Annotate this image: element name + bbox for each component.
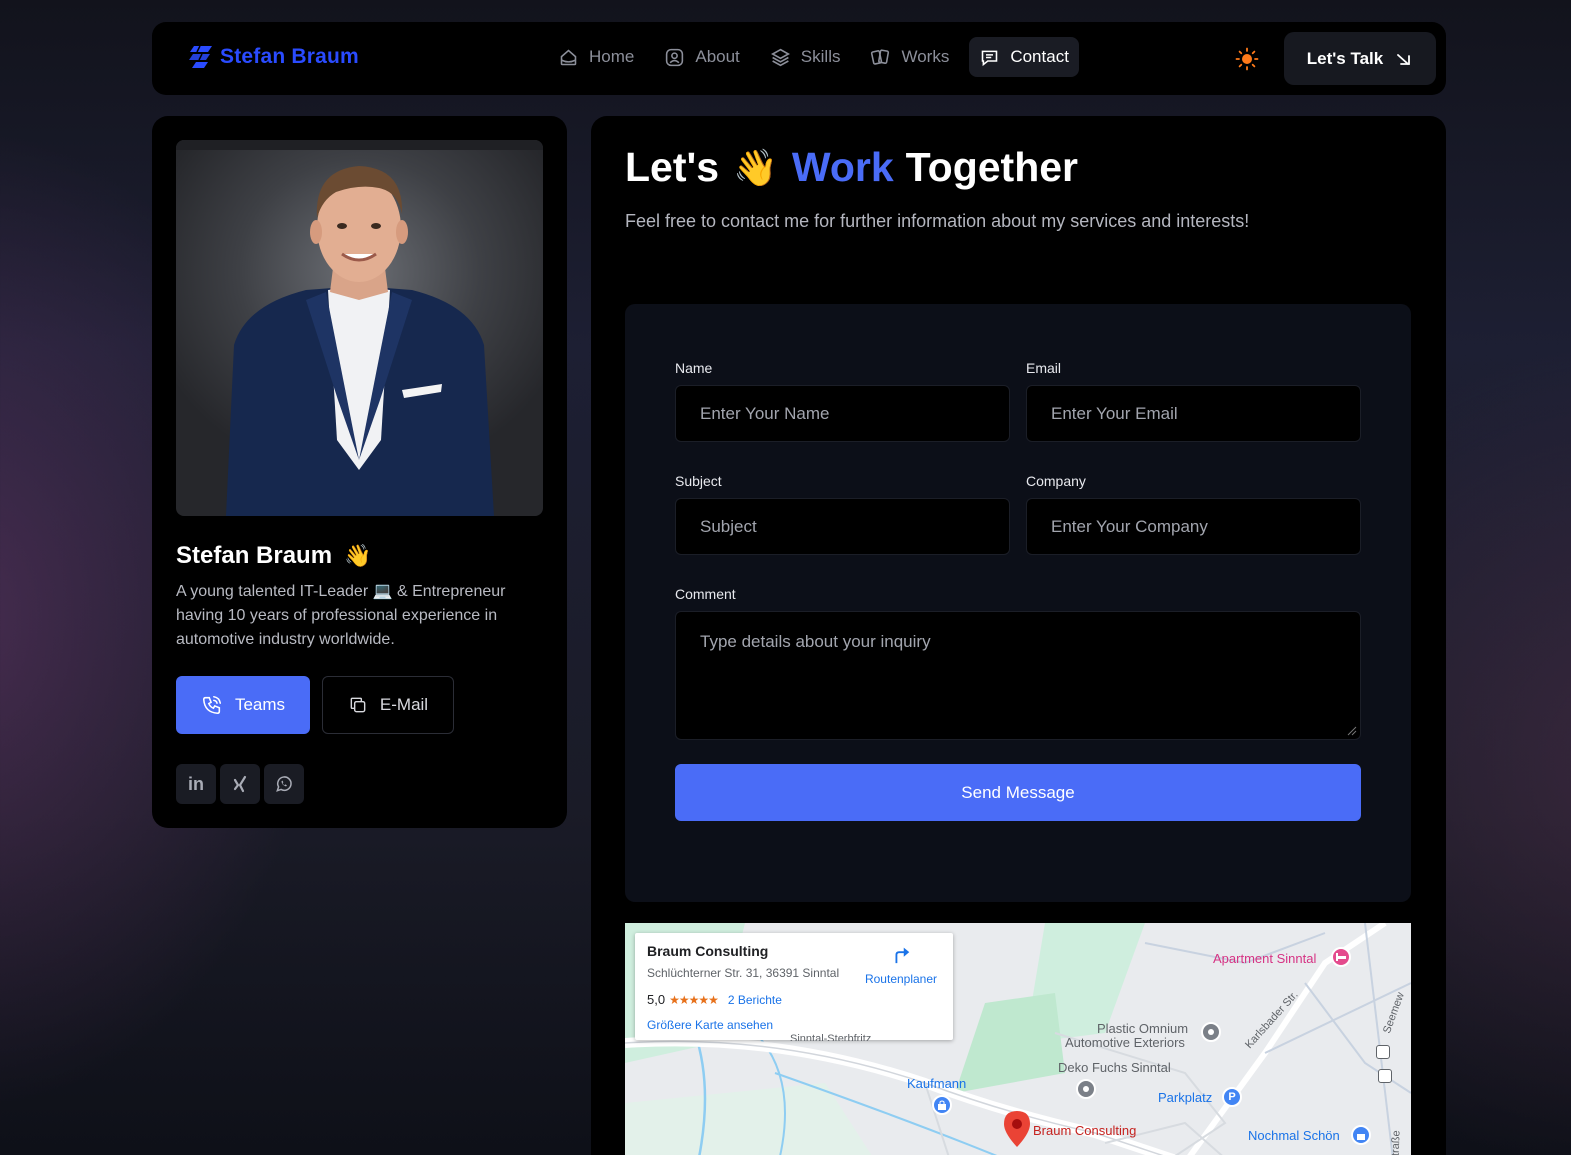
bus-stop-icon[interactable] (1378, 1069, 1392, 1083)
nav-links: Home About Skills Works Contact (548, 37, 1079, 77)
copy-icon (350, 697, 366, 713)
nav-contact[interactable]: Contact (969, 37, 1079, 77)
nav-about[interactable]: About (654, 37, 749, 77)
contact-section: Let's 👋 Work Together Feel free to conta… (591, 116, 1446, 1155)
place-pin-icon[interactable] (1076, 1079, 1096, 1099)
bus-stop-icon[interactable] (1376, 1045, 1390, 1059)
lets-talk-label: Let's Talk (1306, 48, 1384, 68)
email-label: E-Mail (379, 695, 429, 714)
email-placeholder: Enter Your Email (1051, 403, 1178, 423)
send-message-button[interactable]: Send Message (675, 764, 1361, 821)
hotel-pin-icon[interactable] (1331, 947, 1351, 967)
email-label: Email (1026, 360, 1062, 376)
location-marker-icon[interactable] (1004, 1111, 1030, 1147)
message-icon (982, 50, 998, 66)
page-subtitle: Feel free to contact me for further info… (625, 211, 1250, 231)
profile-photo (176, 140, 543, 516)
nav-works[interactable]: Works (860, 37, 959, 77)
profile-card: Stefan Braum 👋 A young talented IT-Leade… (152, 116, 567, 828)
nav-contact-label: Contact (1010, 47, 1069, 66)
teams-button[interactable]: Teams (176, 676, 310, 734)
waving-hand-icon: 👋 (344, 543, 372, 568)
map-label-sinntal-str: Sinntal-Sterbfritz (790, 1033, 872, 1041)
profile-description: A young talented IT-Leader 💻 & Entrepren… (176, 583, 506, 648)
email-input[interactable]: Enter Your Email (1026, 385, 1361, 442)
name-input[interactable]: Enter Your Name (675, 385, 1010, 442)
profile-name-text: Stefan Braum (176, 542, 333, 569)
map-stars: ★★★★★ (669, 992, 719, 1007)
nav-skills-label: Skills (800, 47, 841, 66)
map-rating: 5,0 ★★★★★ 2 Berichte (647, 992, 782, 1007)
lets-talk-button[interactable]: Let's Talk (1284, 32, 1436, 85)
profile-name: Stefan Braum 👋 (176, 542, 371, 570)
map-place-title: Braum Consulting (647, 943, 769, 959)
arrow-down-right-icon (1397, 53, 1411, 65)
map-label-kaufmann: Kaufmann (907, 1076, 967, 1091)
comment-label: Comment (675, 586, 736, 602)
map-reviews-link[interactable]: 2 Berichte (728, 993, 782, 1007)
social-links: in (176, 764, 304, 804)
sun-icon[interactable] (1235, 47, 1259, 71)
teams-label: Teams (234, 695, 286, 714)
nav-about-label: About (695, 47, 740, 66)
linkedin-icon[interactable]: in (176, 764, 216, 804)
map-label-einstrasse: einstraße (1389, 1130, 1403, 1155)
nav-home[interactable]: Home (548, 37, 644, 77)
directions-icon (895, 947, 910, 964)
subject-label: Subject (675, 473, 722, 489)
embedded-map[interactable]: Braum Consulting Schlüchterner Str. 31, … (625, 923, 1411, 1155)
route-planner-label: Routenplaner (864, 972, 938, 986)
home-icon (560, 48, 577, 65)
map-label-plastic-1: Plastic Omnium (1097, 1021, 1189, 1036)
map-label-plastic-2: Automotive Exteriors (1065, 1035, 1185, 1050)
company-input[interactable]: Enter Your Company (1026, 498, 1361, 555)
map-label-parkplatz: Parkplatz (1158, 1090, 1213, 1105)
nav-works-label: Works (901, 47, 950, 66)
email-button[interactable]: E-Mail (322, 676, 454, 734)
top-navbar: Stefan Braum Home About Skills Works Con… (152, 22, 1446, 95)
map-label-nochmal: Nochmal Schön (1248, 1128, 1340, 1143)
contact-form: Name Enter Your Name Email Enter Your Em… (625, 304, 1411, 902)
nav-skills[interactable]: Skills (760, 37, 851, 77)
larger-map-link[interactable]: Größere Karte ansehen (647, 1018, 773, 1032)
subject-placeholder: Subject (700, 516, 757, 536)
route-planner-button[interactable]: Routenplaner (863, 943, 939, 986)
parking-pin-icon[interactable]: P (1222, 1087, 1242, 1107)
map-label-braum: Braum Consulting (1033, 1123, 1137, 1138)
place-pin-icon[interactable] (1201, 1022, 1221, 1042)
heading-pre: Let's (625, 144, 720, 190)
waving-hand-icon: 👋 (733, 146, 778, 188)
shopping-pin-icon[interactable] (932, 1095, 952, 1115)
user-icon (666, 48, 684, 66)
layers-icon (770, 48, 790, 66)
heading-post: Together (905, 144, 1079, 190)
company-placeholder: Enter Your Company (1051, 516, 1208, 536)
map-label-deko: Deko Fuchs Sinntal (1058, 1060, 1171, 1075)
map-label-apartment: Apartment Sinntal (1213, 951, 1317, 966)
resize-handle-icon[interactable] (1345, 724, 1357, 736)
send-message-label: Send Message (961, 782, 1075, 802)
xing-icon[interactable] (220, 764, 260, 804)
heading-accent: Work (791, 144, 894, 190)
phone-call-icon (202, 695, 221, 715)
map-address: Schlüchterner Str. 31, 36391 Sinntal (647, 966, 840, 980)
name-placeholder: Enter Your Name (700, 403, 830, 423)
whatsapp-icon[interactable] (264, 764, 304, 804)
subject-input[interactable]: Subject (675, 498, 1010, 555)
comment-textarea[interactable]: Type details about your inquiry (675, 611, 1361, 740)
logo-icon (189, 45, 212, 68)
logo[interactable]: Stefan Braum (188, 44, 359, 70)
name-label: Name (675, 360, 713, 376)
comment-placeholder: Type details about your inquiry (700, 632, 931, 651)
map-info-card: Braum Consulting Schlüchterner Str. 31, … (635, 933, 953, 1040)
logo-text: Stefan Braum (220, 45, 359, 68)
nav-home-label: Home (589, 47, 635, 66)
page-title: Let's 👋 Work Together (625, 144, 1078, 191)
company-label: Company (1026, 473, 1086, 489)
map-rating-value: 5,0 (647, 992, 666, 1007)
portrait-illustration (226, 166, 494, 516)
cards-icon (871, 48, 890, 65)
shopping-pin-icon[interactable] (1351, 1125, 1371, 1145)
